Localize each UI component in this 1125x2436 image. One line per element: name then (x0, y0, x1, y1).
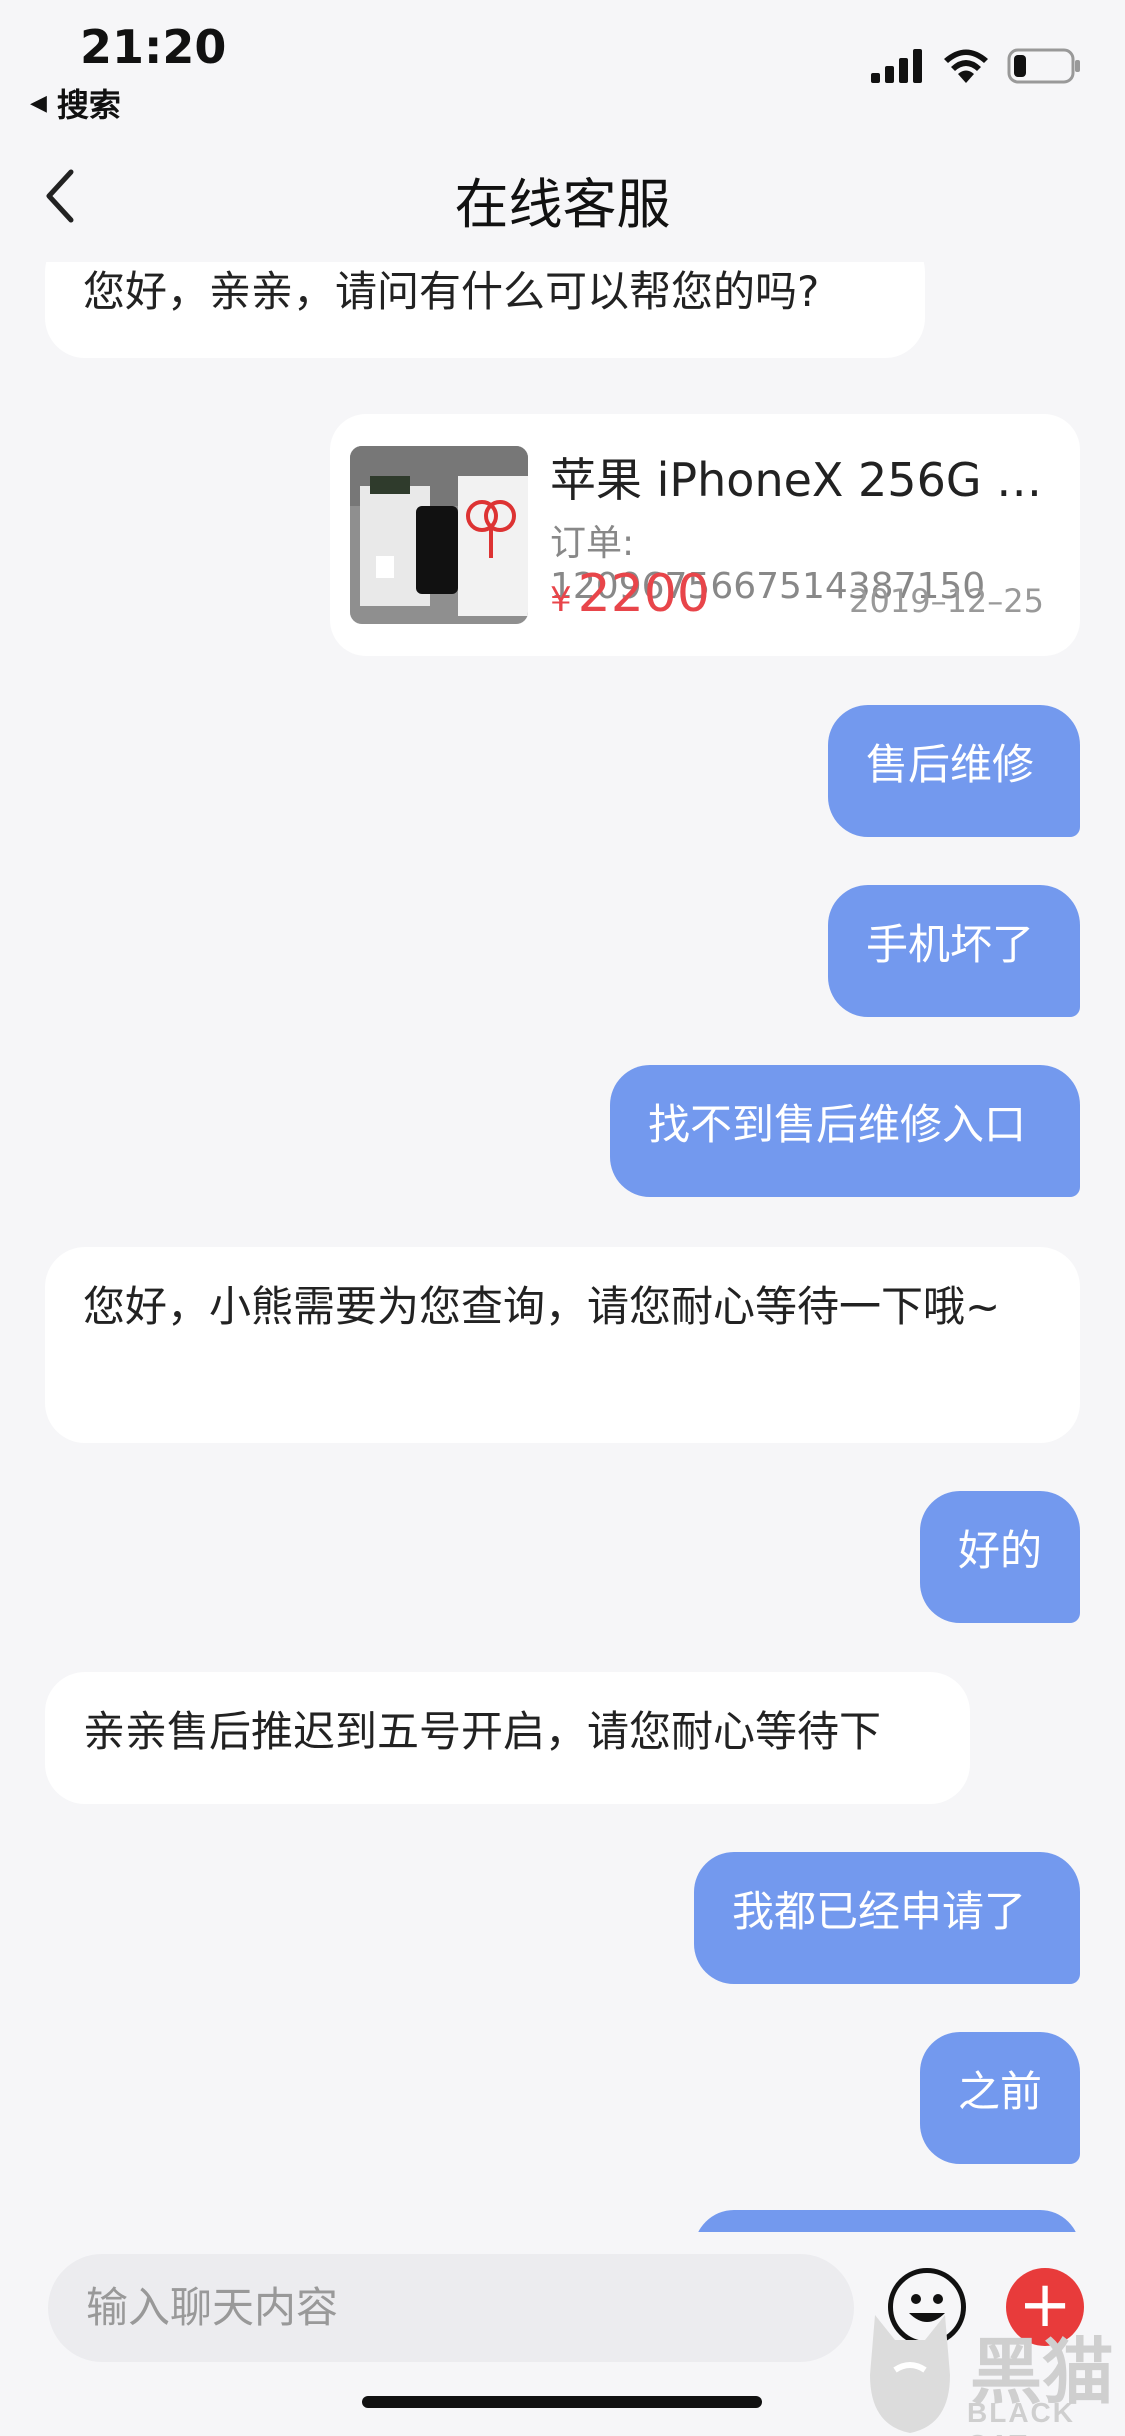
outgoing-message-partial (694, 2210, 1080, 2232)
message-text: 好的 (958, 1526, 1043, 1575)
cat-logo-icon (870, 2315, 950, 2433)
product-thumbnail (350, 446, 528, 624)
product-card[interactable]: 苹果 iPhoneX 256G … 订单: 120967566751438715… (330, 414, 1080, 656)
home-indicator[interactable] (362, 2396, 762, 2408)
incoming-message: 您好，亲亲，请问有什么可以帮您的吗? (45, 262, 925, 358)
chat-thread[interactable]: 您好，亲亲，请问有什么可以帮您的吗? 苹果 iPhoneX 256G … 订单:… (0, 262, 1125, 2232)
message-text: 我都已经申请了 (732, 1887, 1027, 1936)
page-title: 在线客服 (454, 173, 671, 236)
chat-input[interactable]: 输入聊天内容 (48, 2254, 854, 2362)
incoming-message: 您好，小熊需要为您查询，请您耐心等待一下哦~ (45, 1247, 1080, 1443)
system-icons (871, 48, 1081, 84)
message-text: 找不到售后维修入口 (648, 1100, 1027, 1149)
message-text: 手机坏了 (866, 920, 1035, 969)
incoming-message: 亲亲售后推迟到五号开启，请您耐心等待下 (45, 1672, 970, 1804)
outgoing-message: 我都已经申请了 (694, 1852, 1080, 1984)
outgoing-message: 找不到售后维修入口 (610, 1065, 1080, 1197)
currency-symbol: ¥ (550, 580, 572, 620)
product-name: 苹果 iPhoneX 256G … (550, 453, 1043, 507)
outgoing-message: 手机坏了 (828, 885, 1080, 1017)
message-text: 您好，亲亲，请问有什么可以帮您的吗? (83, 267, 820, 316)
message-text: 之前 (958, 2067, 1043, 2116)
price-value: 2200 (577, 564, 710, 624)
status-bar: 21:20 ◀ 搜索 (0, 0, 1125, 130)
nav-bar: 在线客服 (0, 130, 1125, 262)
cellular-signal-icon (871, 49, 922, 83)
watermark-text-en: BLACK CAT (967, 2397, 1075, 2436)
back-app-label: 搜索 (56, 86, 121, 124)
outgoing-message: 售后维修 (828, 705, 1080, 837)
outgoing-message: 好的 (920, 1491, 1080, 1623)
watermark: 黑猫 BLACK CAT (855, 2305, 1125, 2436)
back-to-app-link[interactable]: ◀ 搜索 (30, 80, 121, 126)
product-image (350, 446, 528, 624)
product-price: ¥2200 (550, 564, 710, 624)
status-time: 21:20 (80, 20, 227, 74)
wifi-icon (944, 49, 988, 83)
message-text: 亲亲售后推迟到五号开启，请您耐心等待下 (83, 1707, 882, 1756)
order-date: 2019–12–25 (849, 582, 1044, 620)
back-triangle-icon: ◀ (30, 90, 47, 116)
message-text: 售后维修 (866, 740, 1035, 789)
battery-icon (1007, 48, 1080, 84)
outgoing-message: 之前 (920, 2032, 1080, 2164)
message-text: 您好，小熊需要为您查询，请您耐心等待一下哦~ (83, 1282, 1001, 1331)
